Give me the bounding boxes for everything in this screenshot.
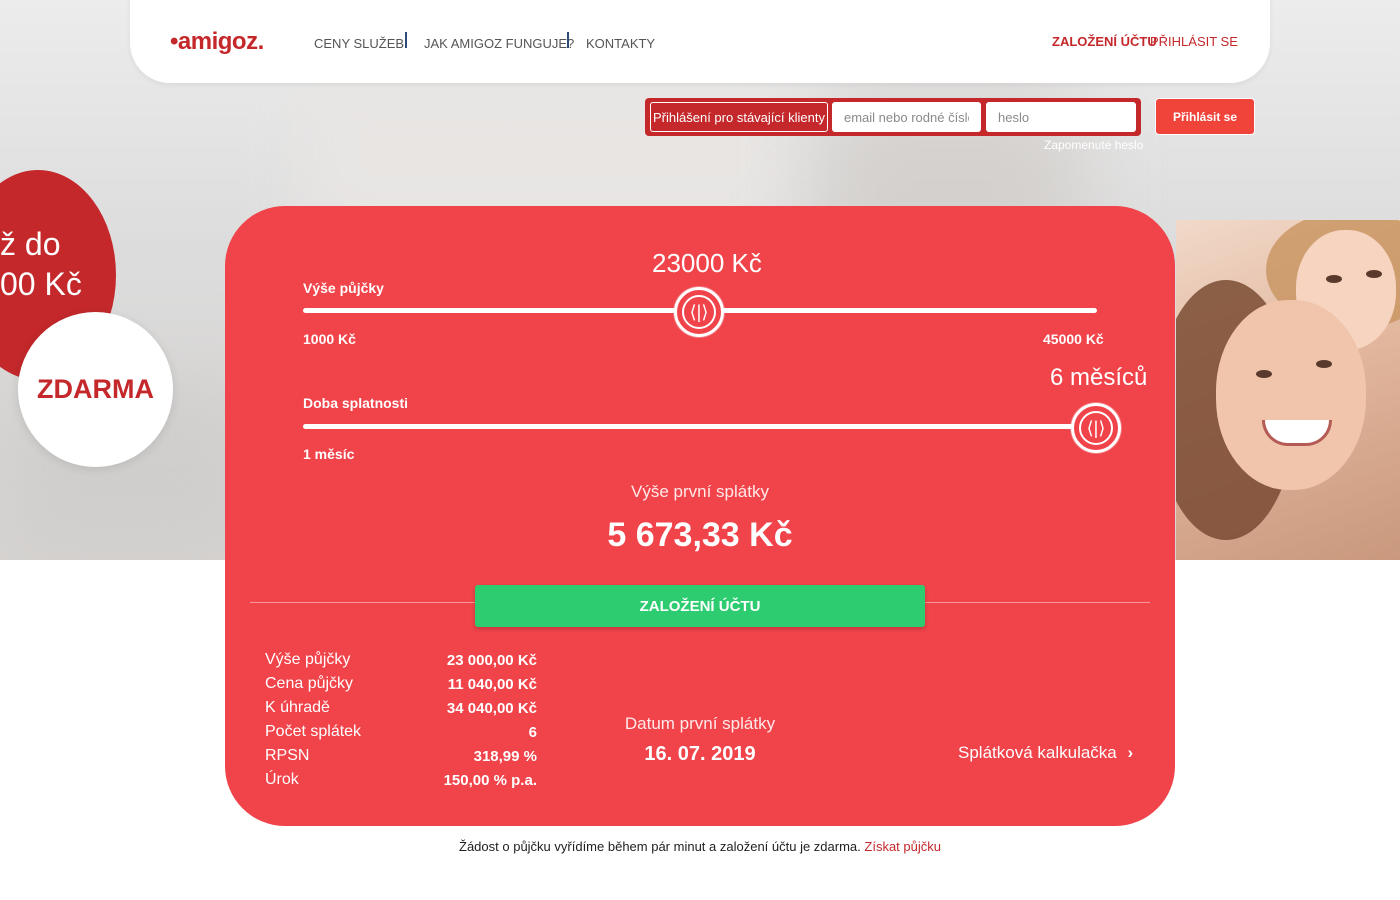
amount-label: Výše půjčky [303, 280, 384, 296]
summary-row: Úrok 150,00 % p.a. [265, 768, 537, 792]
summary-value: 23 000,00 Kč [446, 651, 537, 669]
summary-value: 11 040,00 Kč [447, 675, 537, 693]
hero-photo [1176, 220, 1400, 560]
footer-note: Žádost o půjčku vyřídíme během pár minut… [0, 839, 1400, 854]
summary-row: Cena půjčky 11 040,00 Kč [265, 672, 537, 696]
footer-text: Žádost o půjčku vyřídíme během pár minut… [459, 839, 861, 854]
first-date-label: Datum první splátky [624, 714, 776, 733]
summary-row: K úhradě 34 040,00 Kč [265, 696, 537, 720]
promo-text-line2: 00 Kč [0, 266, 82, 302]
summary-value: 34 040,00 Kč [446, 699, 537, 717]
amount-value: 23000 Kč [652, 248, 762, 278]
installment-calculator-label: Splátková kalkulačka [958, 743, 1117, 762]
summary-value: 6 [528, 723, 537, 741]
nav-contacts[interactable]: KONTAKTY [586, 36, 655, 51]
first-date-value: 16. 07. 2019 [644, 743, 756, 765]
drag-handle-icon: ⟨|⟩ [1079, 411, 1113, 445]
nav-pricing[interactable]: CENY SLUŽEB [314, 36, 404, 51]
term-value: 6 měsíců [1050, 364, 1148, 391]
summary-label: Počet splátek [265, 723, 362, 740]
loan-summary: Výše půjčky 23 000,00 Kč Cena půjčky 11 04… [265, 648, 537, 792]
installment-calculator-link[interactable]: Splátková kalkulačka › [958, 743, 1133, 763]
nav-separator [405, 32, 407, 48]
nav-separator [567, 32, 569, 48]
password-field[interactable] [986, 102, 1136, 132]
nav-how-it-works[interactable]: JAK AMIGOZ FUNGUJE? [424, 36, 574, 51]
summary-row: Výše půjčky 23 000,00 Kč [265, 648, 537, 672]
email-field[interactable] [832, 102, 981, 132]
summary-row: RPSN 318,99 % [265, 744, 537, 768]
nav-login[interactable]: PŘIHLÁSIT SE [1150, 34, 1238, 49]
summary-row: Počet splátek 6 [265, 720, 537, 744]
amount-max: 45000 Kč [1043, 331, 1104, 347]
free-badge: ZDARMA [18, 312, 173, 467]
amount-slider-handle[interactable]: ⟨|⟩ [674, 287, 724, 337]
summary-label: RPSN [265, 747, 310, 764]
get-loan-link[interactable]: Získat půjčku [864, 839, 941, 854]
summary-value: 318,99 % [473, 747, 537, 765]
summary-value: 150,00 % p.a. [443, 771, 537, 789]
login-label: Přihlášení pro stávající klienty [650, 102, 828, 132]
nav-register[interactable]: ZALOŽENÍ ÚČTU [1052, 34, 1157, 49]
promo-text-line1: ž do [0, 226, 61, 262]
site-header: •amigoz. CENY SLUŽEB JAK AMIGOZ FUNGUJE?… [130, 0, 1270, 83]
term-label: Doba splatnosti [303, 395, 409, 411]
summary-label: Výše půjčky [265, 651, 351, 668]
forgot-password-link[interactable]: Zapomenuté heslo [1044, 138, 1143, 152]
create-account-button[interactable]: ZALOŽENÍ ÚČTU [475, 585, 925, 627]
first-payment-label: Výše první splátky [631, 482, 769, 501]
summary-label: Úrok [265, 771, 299, 788]
term-slider-handle[interactable]: ⟨|⟩ [1071, 403, 1121, 453]
amount-min: 1000 Kč [303, 331, 356, 347]
summary-label: Cena půjčky [265, 675, 354, 692]
summary-label: K úhradě [265, 699, 330, 716]
chevron-right-icon: › [1127, 743, 1134, 762]
term-min: 1 měsíc [303, 446, 355, 462]
term-slider-track[interactable] [303, 424, 1097, 429]
drag-handle-icon: ⟨|⟩ [682, 295, 716, 329]
amigoz-logo[interactable]: •amigoz. [170, 28, 264, 56]
login-button[interactable]: Přihlásit se [1155, 98, 1255, 135]
first-payment-value: 5 673,33 Kč [607, 516, 793, 554]
